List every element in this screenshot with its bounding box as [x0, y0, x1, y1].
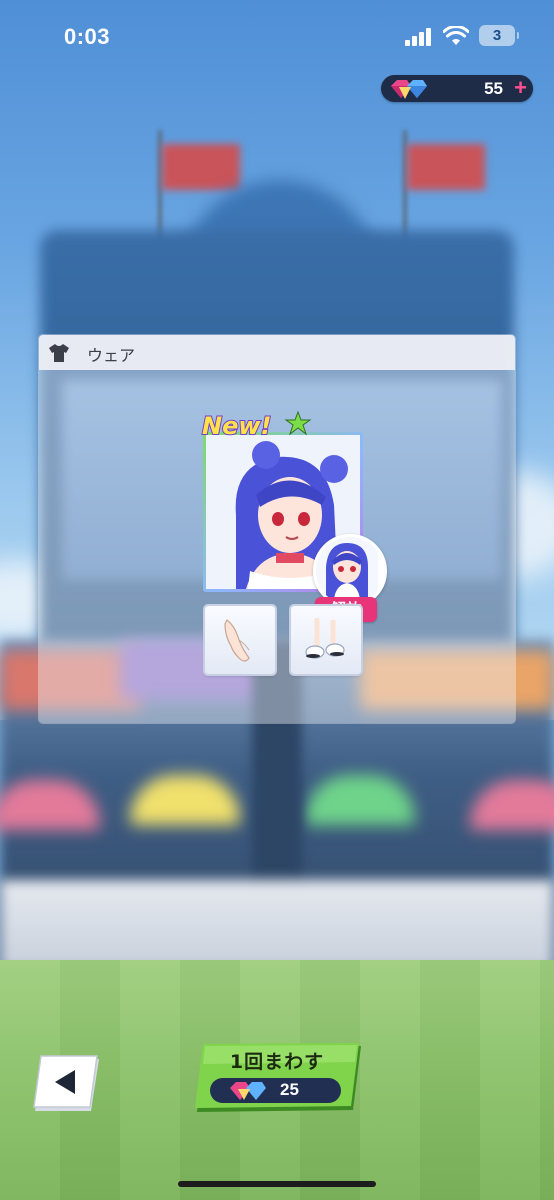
gem-icon	[391, 80, 427, 99]
spin-cost-value: 25	[280, 1080, 299, 1099]
shoes-icon	[305, 618, 345, 659]
wifi-icon	[443, 26, 469, 45]
spin-cost: 25	[210, 1078, 341, 1103]
gloves-slot[interactable]	[205, 606, 275, 674]
add-gems-button[interactable]: +	[514, 75, 527, 101]
gloves-icon	[224, 619, 250, 662]
panel-header: ウェア	[39, 335, 515, 370]
panel-title: ウェア	[87, 346, 136, 365]
home-indicator[interactable]	[178, 1181, 376, 1187]
cellular-signal-icon	[405, 28, 433, 46]
new-badge: New!	[201, 410, 312, 441]
outfield-fence	[0, 880, 554, 970]
status-time: 0:03	[64, 24, 111, 49]
battery-icon: 3	[479, 25, 519, 46]
flag	[162, 144, 240, 190]
gem-icon	[230, 1082, 266, 1100]
flag	[407, 144, 485, 190]
svg-text:New!: New!	[202, 412, 271, 440]
shirt-icon	[49, 344, 69, 362]
gem-balance: 55 +	[381, 75, 533, 102]
shoes-slot[interactable]	[291, 606, 361, 674]
gem-count: 55	[484, 79, 503, 98]
back-button[interactable]	[33, 1055, 99, 1113]
spin-label: 1回まわす	[229, 1051, 325, 1073]
